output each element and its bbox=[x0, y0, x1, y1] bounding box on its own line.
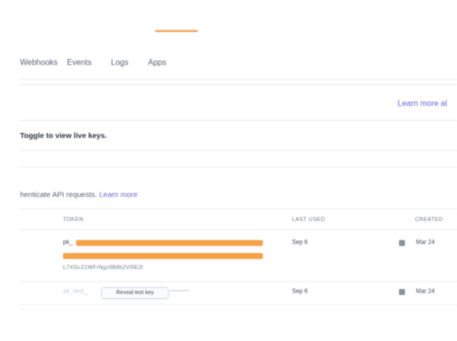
auth-learn-more-link[interactable]: Learn more bbox=[99, 190, 137, 199]
token-redaction-bar bbox=[63, 253, 263, 259]
learn-more-all-link[interactable]: Learn more al bbox=[398, 99, 447, 108]
nav-item-events[interactable]: Events bbox=[67, 58, 91, 67]
section-divider bbox=[20, 150, 457, 151]
secret-key-masked-suffix: •••••••• bbox=[170, 289, 190, 295]
api-auth-description: henticate API requests. Learn more bbox=[20, 190, 138, 199]
copy-icon[interactable] bbox=[399, 289, 405, 295]
toggle-live-keys-text: Toggle to view live keys. bbox=[20, 131, 107, 140]
row-divider bbox=[20, 281, 457, 282]
copy-icon[interactable] bbox=[399, 240, 405, 246]
last-used-value: Sep 6 bbox=[292, 289, 308, 295]
nav-divider bbox=[20, 79, 457, 80]
nav-item-webhooks[interactable]: Webhooks bbox=[20, 58, 58, 67]
column-header-token: TOKEN bbox=[63, 217, 84, 223]
table-top-border bbox=[20, 208, 457, 209]
secret-key-masked-prefix: sk_test_ bbox=[63, 289, 88, 295]
nav-item-logs[interactable]: Logs bbox=[111, 58, 128, 67]
nav-item-apps[interactable]: Apps bbox=[148, 58, 166, 67]
token-redaction-bar bbox=[76, 240, 263, 246]
banner-bottom-border bbox=[20, 120, 457, 121]
column-header-last-used: LAST USED bbox=[292, 217, 326, 223]
reveal-test-key-button[interactable]: Reveal test key bbox=[101, 287, 169, 299]
active-tab-indicator bbox=[155, 30, 198, 32]
auth-description-text: henticate API requests. bbox=[20, 190, 98, 199]
table-header-border bbox=[20, 229, 457, 230]
last-used-value: Sep 6 bbox=[292, 240, 308, 246]
row-divider bbox=[20, 304, 457, 305]
banner-top-border bbox=[20, 84, 457, 85]
publishable-key-tail[interactable]: L7XGcZ1WFrNgz9B8b2V0lE2l bbox=[63, 265, 143, 271]
created-value: Mar 24 bbox=[416, 289, 435, 295]
section-divider bbox=[20, 167, 457, 168]
created-value: Mar 24 bbox=[416, 240, 435, 246]
publishable-key-prefix: pk_ bbox=[63, 240, 73, 246]
column-header-created: CREATED bbox=[415, 217, 443, 223]
